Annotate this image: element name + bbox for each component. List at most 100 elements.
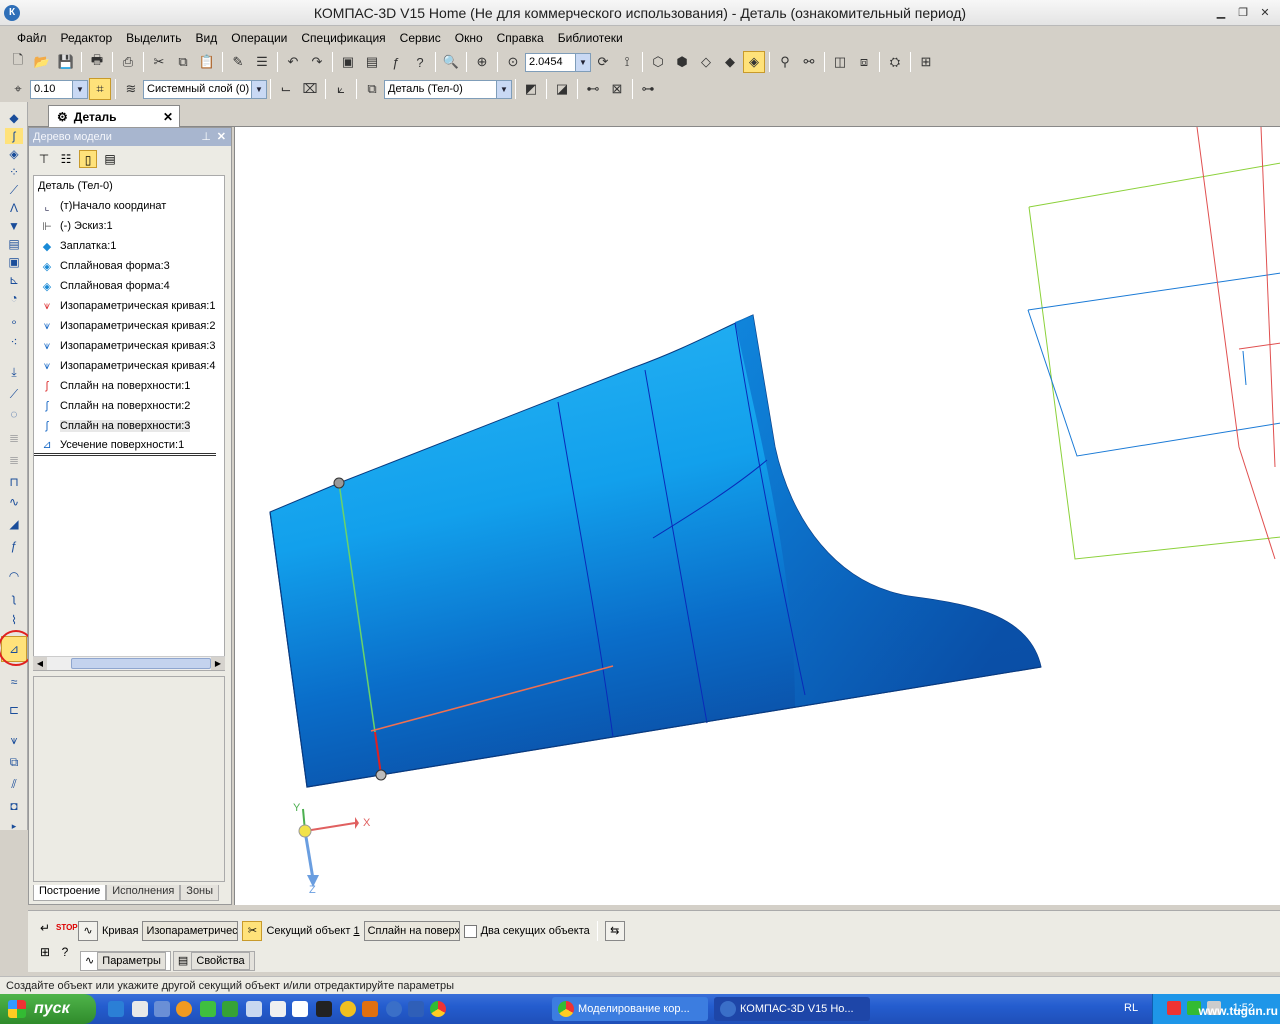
trimmed-surface[interactable] [269,314,1042,788]
measure-icon[interactable]: ⊞ [915,51,937,73]
layers-icon[interactable]: ⧈ [853,51,875,73]
filter-icon[interactable]: ⚲ [774,51,796,73]
app-icon[interactable] [292,1001,308,1017]
tree-item[interactable]: ⩛ Изопараметрическая кривая:2 [34,316,224,336]
menu-select[interactable]: Выделить [119,31,188,45]
thin-lines-icon[interactable]: ◇ [695,51,717,73]
help-icon[interactable]: ? [56,943,74,961]
tree-hscrollbar[interactable]: ◀ ▶ [33,656,225,670]
menu-window[interactable]: Окно [448,31,490,45]
color-icon[interactable]: ◪ [551,78,573,100]
hidden-lines-icon[interactable]: ⬢ [671,51,693,73]
app-icon[interactable] [222,1001,238,1017]
task-chrome[interactable]: Моделирование кор... [552,997,708,1021]
auto-create-icon[interactable]: ⊞ [36,943,54,961]
chrome-icon[interactable] [430,1001,446,1017]
chevron-down-icon[interactable]: ▼ [251,80,266,98]
tree-item[interactable]: ⊩ (-) Эскиз:1 [34,216,224,236]
tree-item[interactable]: ⩛ Изопараметрическая кривая:3 [34,336,224,356]
curve-cut-icon[interactable]: ⫽ [5,776,23,792]
orient-cs-icon[interactable]: ⟀ [330,78,352,100]
pin-icon[interactable]: ⊥ [201,128,211,146]
tab-parameters[interactable]: ∿ Параметры [80,951,171,971]
menu-help[interactable]: Справка [490,31,551,45]
local-cs-icon[interactable]: ⌙ [275,78,297,100]
ie-icon[interactable] [108,1001,124,1017]
copy-curve-icon[interactable]: ⧉ [5,754,23,770]
spiral-icon[interactable]: ◔ [5,290,23,306]
curves-icon[interactable]: ʃ [5,128,23,144]
orientation-icon[interactable]: ⟟ [616,51,638,73]
app-icon[interactable] [270,1001,286,1017]
shaded-edges-icon[interactable]: ◈ [743,51,765,73]
restore-icon[interactable]: ❐ [1234,5,1252,21]
app-icon[interactable] [362,1001,378,1017]
menu-service[interactable]: Сервис [393,31,448,45]
tree-item[interactable]: ⩛ Изопараметрическая кривая:1 [34,296,224,316]
box-icon[interactable]: ◫ [829,51,851,73]
start-button[interactable]: пуск [0,994,96,1024]
tree-sequence-icon[interactable]: ▯ [79,150,97,168]
menu-editor[interactable]: Редактор [54,31,120,45]
task-kompas[interactable]: КОМПАС-3D V15 Но... [714,997,870,1021]
tab-properties[interactable]: ▤ Свойства [172,951,255,971]
material-icon[interactable]: ◩ [520,78,542,100]
function-icon[interactable]: ƒ [385,51,407,73]
chevron-down-icon[interactable]: ▼ [575,53,590,71]
menu-operations[interactable]: Операции [224,31,294,45]
app-icon[interactable] [246,1001,262,1017]
scroll-thumb[interactable] [71,658,211,669]
isocurve-icon[interactable]: ⩛ [5,732,23,748]
tab-detail[interactable]: ⚙ Деталь ✕ [48,105,180,127]
tree-list-icon[interactable]: ☷ [57,150,75,168]
grid-snap-icon[interactable]: ⌗ [89,78,111,100]
filter-tree-icon[interactable]: ▼ [5,218,23,234]
step-combo[interactable]: 0.10 ▼ [30,79,88,99]
style-icon[interactable]: ⊷ [582,78,604,100]
spec-icon[interactable]: ▤ [5,236,23,252]
new-file-icon[interactable]: 🗋 [7,51,29,73]
zoom-combo[interactable]: 2.0454 ▼ [525,52,591,72]
measure-tool-icon[interactable]: ⊾ [5,272,23,288]
formula-curve-icon[interactable]: ƒ [5,538,23,554]
edit-cs-icon[interactable]: ⌧ [299,78,321,100]
tree-item[interactable]: ʃ Сплайн на поверхности:2 [34,396,224,416]
direction-icon[interactable]: ⇆ [604,921,625,941]
tree-item-root[interactable]: Деталь (Тел-0) [34,176,224,196]
menu-specification[interactable]: Спецификация [294,31,392,45]
cursor-step-icon[interactable]: ⌖ [7,78,29,100]
wireframe-icon[interactable]: ⬡ [647,51,669,73]
save-icon[interactable]: 💾 [55,51,77,73]
manager-icon[interactable]: ▣ [337,51,359,73]
minimize-icon[interactable]: ▁ [1212,5,1230,21]
tab-build[interactable]: Построение [33,885,107,901]
chevron-down-icon[interactable]: ▼ [72,80,87,98]
body-icon[interactable]: ⧉ [361,78,383,100]
point-group-icon[interactable]: ⁖ [5,334,23,350]
close-icon[interactable]: ✕ [217,128,226,146]
menu-view[interactable]: Вид [189,31,225,45]
app-icon[interactable] [154,1001,170,1017]
tree-view-icon[interactable]: ▤ [101,150,119,168]
paste-icon[interactable]: 📋 [196,51,218,73]
layer-combo[interactable]: Системный слой (0) ▼ [143,79,267,99]
shaded-icon[interactable]: ◆ [719,51,741,73]
tree-item[interactable]: ◈ Сплайновая форма:3 [34,256,224,276]
aux-geometry-icon[interactable]: ⟋ [5,182,23,198]
two-cutting-checkbox[interactable] [463,924,477,938]
firefox-icon[interactable] [176,1001,192,1017]
spline-icon[interactable]: ∿ [5,494,23,510]
chevron-down-icon[interactable]: ▼ [496,80,511,98]
close-icon[interactable]: ✕ [1256,5,1274,21]
create-object-icon[interactable]: ↵ [36,919,54,937]
tree-item[interactable]: ⌞ (т)Начало координат [34,196,224,216]
tree-item[interactable]: ◆ Заплатка:1 [34,236,224,256]
projection-curve-icon[interactable]: ◠ [5,568,23,584]
variables-icon[interactable]: ▤ [361,51,383,73]
cutting-object-icon[interactable]: ✂ [242,921,263,941]
zoom-scale-icon[interactable]: ⊙ [502,51,524,73]
list-icon[interactable]: ☰ [251,51,273,73]
tray-icon[interactable] [1167,1001,1181,1015]
body-combo[interactable]: Деталь (Тел-0) ▼ [384,79,512,99]
more-tools-icon[interactable]: ▸ [5,818,23,834]
